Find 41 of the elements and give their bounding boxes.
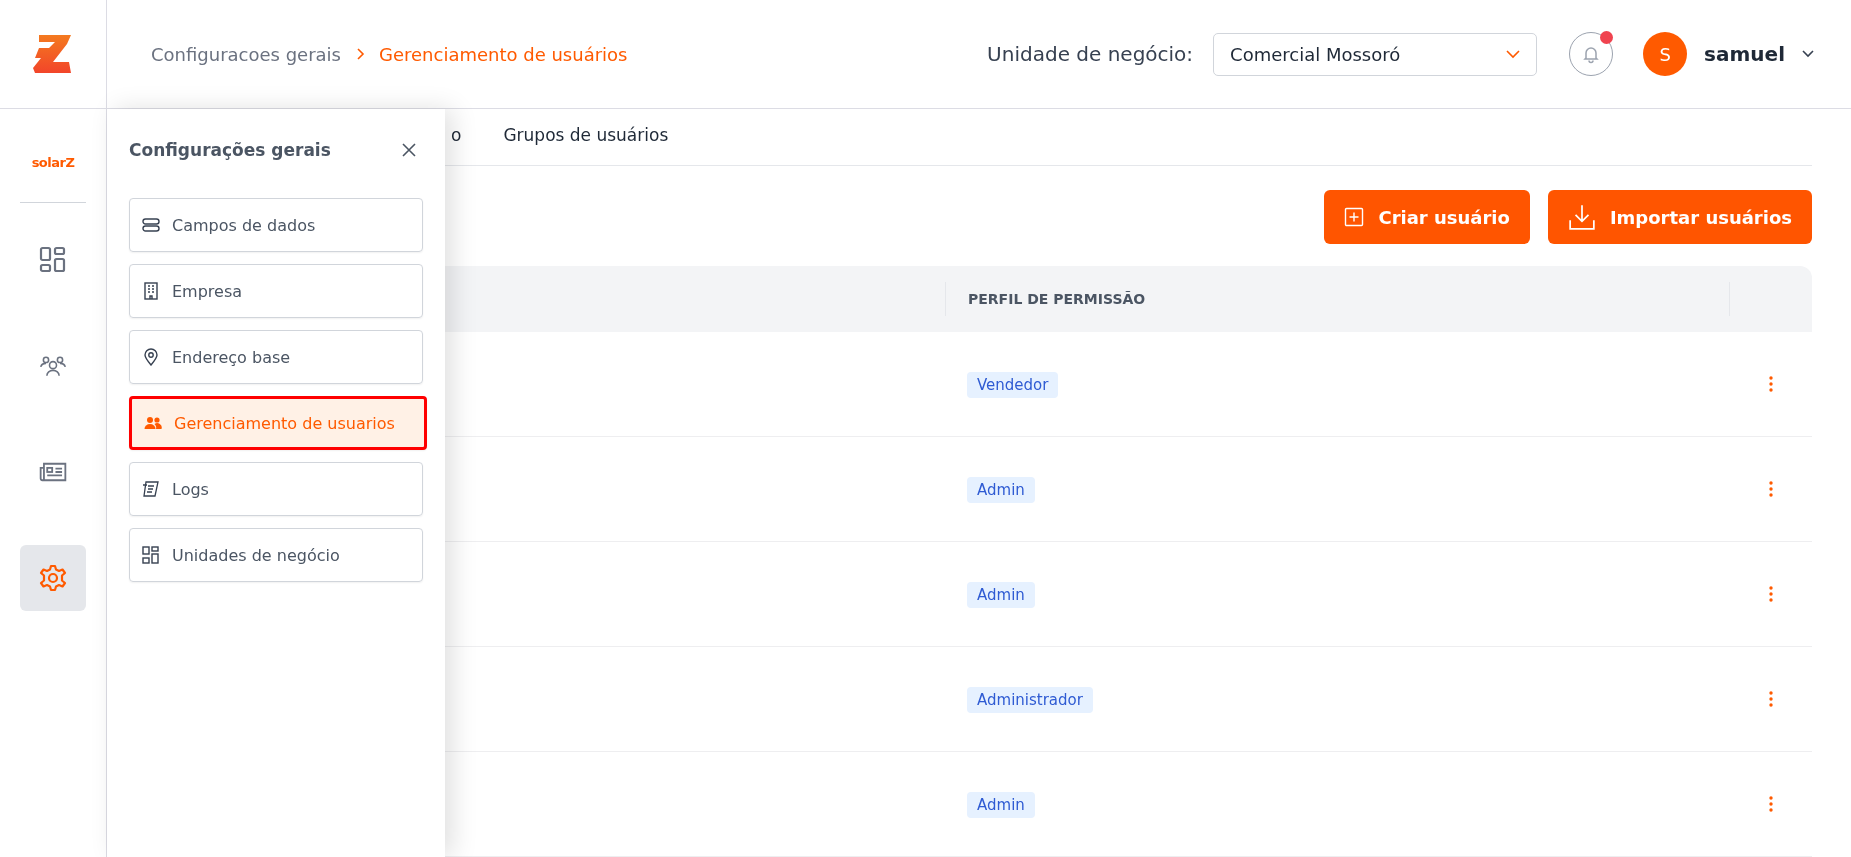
breadcrumb-item: Gerenciamento de usuários [379, 43, 628, 65]
breadcrumb-item[interactable]: Configuracoes gerais [151, 43, 341, 65]
permission-tag: Administrador [967, 686, 1093, 713]
list-icon [142, 216, 160, 234]
settings-icon [39, 564, 67, 592]
tab[interactable]: o [451, 125, 462, 165]
permission-tag: Vendedor [967, 371, 1059, 398]
building-icon [142, 282, 160, 300]
chevron-right-icon [355, 47, 365, 61]
rail-button[interactable] [20, 545, 86, 611]
settings-menu-item[interactable]: Endereço base [129, 330, 423, 384]
close-icon[interactable] [401, 142, 417, 158]
panel-title: Configurações gerais [129, 140, 331, 160]
permission-tag: Admin [967, 476, 1035, 503]
tab[interactable]: Grupos de usuários [503, 125, 669, 165]
chevron-down-icon [1506, 49, 1521, 59]
location-pin-icon [142, 348, 160, 366]
settings-menu-item[interactable]: Unidades de negócio [129, 528, 423, 582]
more-options-icon[interactable] [1769, 691, 1773, 707]
more-options-icon[interactable] [1769, 481, 1773, 497]
scroll-icon [142, 480, 160, 498]
permission-tag: Admin [967, 791, 1035, 818]
more-options-icon[interactable] [1769, 586, 1773, 602]
dashboard-icon [39, 246, 67, 274]
grid-icon [142, 546, 160, 564]
bell-icon [1581, 44, 1602, 64]
download-icon [1567, 203, 1596, 231]
more-options-icon[interactable] [1769, 376, 1773, 392]
settings-menu-item[interactable]: Empresa [129, 264, 423, 318]
plus-square-icon [1344, 207, 1365, 227]
settings-menu-item[interactable]: Logs [129, 462, 423, 516]
settings-menu-item[interactable]: Campos de dados [129, 198, 423, 252]
more-options-icon[interactable] [1769, 796, 1773, 812]
business-unit-select[interactable]: Comercial Mossoró [1213, 32, 1538, 76]
permission-tag: Admin [967, 581, 1035, 608]
users-icon [144, 414, 162, 432]
business-unit-label: Unidade de negócio: [987, 42, 1194, 66]
column-header: PERFIL DE PERMISSÃO [968, 291, 1146, 307]
brand-logo: solarZ [31, 155, 75, 170]
user-name[interactable]: samuel [1704, 42, 1785, 66]
chevron-down-icon[interactable] [1801, 49, 1815, 59]
